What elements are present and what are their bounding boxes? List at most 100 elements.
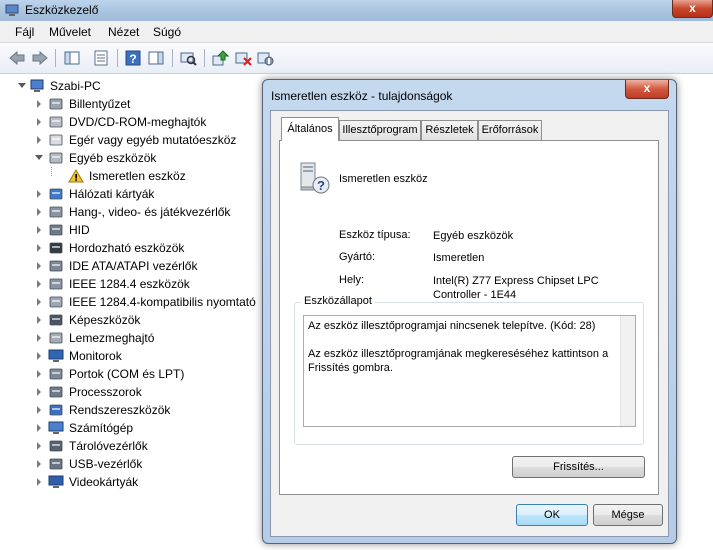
expand-icon[interactable]: [37, 334, 41, 342]
tab-details[interactable]: Részletek: [421, 120, 478, 140]
other-devices-icon: [49, 152, 63, 164]
tree-node-label: Hordozható eszközök: [69, 241, 185, 255]
expand-icon[interactable]: [37, 244, 41, 252]
forward-icon[interactable]: [31, 49, 49, 67]
uninstall-icon[interactable]: [234, 49, 252, 67]
tab-resources[interactable]: Erőforrások: [478, 120, 542, 140]
tree-node-label: Monitorok: [69, 349, 122, 363]
cancel-button[interactable]: Mégse: [593, 504, 663, 526]
tree-node-label: IEEE 1284.4 eszközök: [69, 277, 190, 291]
tree-node-label: Portok (COM és LPT): [69, 367, 185, 381]
tree-node-label: Lemezmeghajtó: [69, 331, 155, 345]
dialog-title: Ismeretlen eszköz - tulajdonságok: [271, 89, 453, 103]
device-status-legend: Eszközállapot: [301, 295, 375, 307]
sound-icon: [49, 206, 63, 218]
expand-icon[interactable]: [37, 136, 41, 144]
hid-icon: [49, 224, 63, 236]
device-status-textbox[interactable]: Az eszköz illesztőprogramjai nincsenek t…: [303, 315, 636, 427]
disk-drive-icon: [49, 332, 63, 344]
expand-icon[interactable]: [37, 388, 41, 396]
menu-action[interactable]: Művelet: [49, 25, 91, 39]
scan-hardware-changes-icon[interactable]: [179, 49, 197, 67]
tree-node-label: Processzorok: [69, 385, 142, 399]
keyboard-icon: [49, 98, 63, 110]
imaging-device-icon: [49, 314, 63, 326]
menu-help[interactable]: Súgó: [153, 25, 181, 39]
device-type-label: Eszköz típusa:: [339, 229, 411, 241]
expand-icon[interactable]: [37, 424, 41, 432]
expand-icon[interactable]: [37, 478, 41, 486]
toolbar-separator: [172, 49, 173, 67]
manufacturer-value: Ismeretlen: [433, 252, 485, 264]
device-manager-icon: [5, 4, 19, 16]
monitor-icon: [48, 349, 64, 362]
expand-icon[interactable]: [37, 118, 41, 126]
expand-icon[interactable]: [37, 298, 41, 306]
update-driver-button[interactable]: Frissítés...: [512, 456, 645, 478]
computer-icon: [48, 421, 64, 434]
toolbar-separator: [55, 49, 56, 67]
tree-node-label: Képeszközök: [69, 313, 141, 327]
expand-icon[interactable]: [37, 280, 41, 288]
device-type-value: Egyéb eszközök: [433, 230, 514, 242]
processor-icon: [49, 386, 63, 398]
tree-connector: [51, 167, 53, 176]
menu-file[interactable]: Fájl: [15, 25, 34, 39]
tab-general[interactable]: Általános: [281, 117, 339, 141]
collapse-icon[interactable]: [35, 155, 43, 160]
tree-node-label: Számítógép: [69, 421, 134, 435]
general-tab-panel: ? Ismeretlen eszköz Eszköz típusa: Egyéb…: [279, 140, 659, 495]
tree-node-label: Ismeretlen eszköz: [89, 169, 186, 183]
tree-node-label: HID: [69, 223, 90, 237]
port-icon: [49, 368, 63, 380]
help-icon[interactable]: ?: [124, 49, 142, 67]
svg-text:?: ?: [317, 178, 325, 193]
expand-icon[interactable]: [37, 208, 41, 216]
window-titlebar: Eszközkezelő x: [0, 0, 713, 21]
menu-view[interactable]: Nézet: [108, 25, 139, 39]
back-icon[interactable]: [8, 49, 26, 67]
tree-node-label: IDE ATA/ATAPI vezérlők: [69, 259, 198, 273]
ide-controller-icon: [49, 260, 63, 272]
show-hide-tree-icon[interactable]: [63, 49, 81, 67]
dialog-body: Általános Illesztőprogram Részletek Erőf…: [270, 110, 669, 537]
expand-icon[interactable]: [37, 226, 41, 234]
status-message-line: Az eszköz illesztőprogramjának megkeresé…: [308, 348, 609, 374]
expand-icon[interactable]: [37, 100, 41, 108]
expand-icon[interactable]: [37, 316, 41, 324]
unknown-device-warning-icon: [68, 169, 84, 183]
tab-driver[interactable]: Illesztőprogram: [339, 120, 421, 140]
collapse-icon[interactable]: [18, 83, 26, 88]
properties-icon[interactable]: [92, 49, 110, 67]
expand-icon[interactable]: [37, 370, 41, 378]
tree-node-label: Tárolóvezérlők: [69, 439, 148, 453]
tree-node-label: Egyéb eszközök: [69, 151, 157, 165]
svg-text:?: ?: [129, 52, 136, 66]
dvd-drive-icon: [49, 116, 63, 128]
expand-icon[interactable]: [37, 190, 41, 198]
status-scrollbar[interactable]: [620, 316, 635, 426]
usb-icon: [49, 458, 63, 470]
toolbar-separator: [117, 49, 118, 67]
window-close-button[interactable]: x: [672, 0, 713, 18]
location-value: Intel(R) Z77 Express Chipset LPC Control…: [433, 275, 599, 301]
expand-icon[interactable]: [37, 442, 41, 450]
unknown-device-icon: ?: [300, 162, 330, 194]
expand-icon[interactable]: [37, 352, 41, 360]
ieee-device-icon: [49, 278, 63, 290]
mouse-icon: [49, 134, 63, 146]
ok-button[interactable]: OK: [516, 504, 588, 526]
portable-device-icon: [49, 242, 63, 254]
tree-node-label: Egér vagy egyéb mutatóeszköz: [69, 133, 237, 147]
update-driver-icon[interactable]: [211, 49, 229, 67]
expand-icon[interactable]: [37, 262, 41, 270]
show-hide-action-pane-icon[interactable]: [147, 49, 165, 67]
window-title: Eszközkezelő: [25, 3, 99, 17]
expand-icon[interactable]: [37, 406, 41, 414]
network-adapter-icon: [49, 188, 63, 200]
toolbar-separator: [204, 49, 205, 67]
dialog-close-button[interactable]: x: [625, 80, 669, 99]
location-label: Hely:: [339, 274, 365, 286]
expand-icon[interactable]: [37, 460, 41, 468]
disable-icon[interactable]: [256, 49, 274, 67]
